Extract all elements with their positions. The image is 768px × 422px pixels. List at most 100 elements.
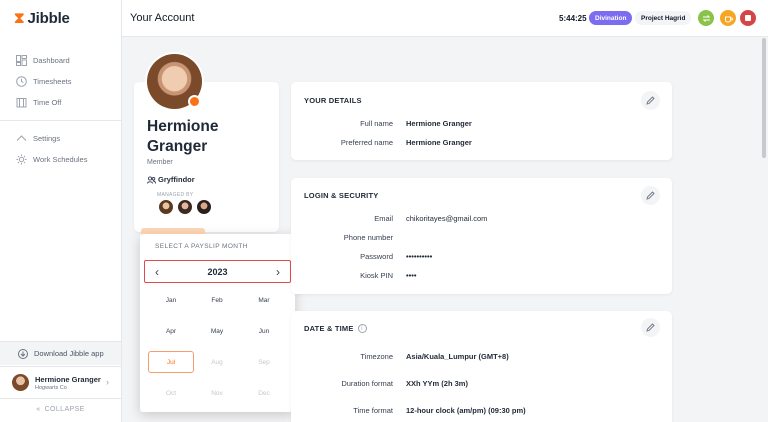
time-format-label: Time format <box>353 406 393 415</box>
pencil-icon <box>646 191 655 200</box>
month-dec: Dec <box>258 389 270 397</box>
download-app-label: Download Jibble app <box>34 349 104 358</box>
phone-number-label: Phone number <box>343 233 393 242</box>
sidebar-item-label: Timesheets <box>33 77 72 86</box>
profile-name: Hermione Granger <box>147 118 219 155</box>
logo-text: Jibble <box>27 10 70 27</box>
edit-details-button[interactable] <box>641 91 660 110</box>
full-name-label: Full name <box>360 119 393 128</box>
scrollbar[interactable] <box>762 38 766 158</box>
sidebar-item-label: Time Off <box>33 98 62 107</box>
switch-activity-button[interactable] <box>698 10 714 26</box>
tracked-time: 5:44:25 <box>559 14 587 23</box>
team-name: Gryffindor <box>158 175 195 184</box>
month-jan[interactable]: Jan <box>148 289 194 311</box>
year-selector: ‹ 2023 › <box>144 260 291 283</box>
photo-status-badge <box>188 95 201 108</box>
current-user-menu[interactable]: Hermione Granger Hogwarts Co › <box>0 366 121 398</box>
previous-year-icon[interactable]: ‹ <box>155 266 159 278</box>
pencil-icon <box>646 323 655 332</box>
date-time-card: DATE & TIME i Timezone Asia/Kuala_Lumpur… <box>291 311 672 422</box>
sidebar-nav: Dashboard Timesheets Time Off Settings W… <box>0 50 121 170</box>
duration-format-label: Duration format <box>341 379 393 388</box>
edit-login-button[interactable] <box>641 186 660 205</box>
hourglass-logo-icon: ⧗ <box>14 10 25 27</box>
user-organization: Hogwarts Co <box>35 384 67 391</box>
group-icon <box>147 175 156 184</box>
activity-badge[interactable]: Divination <box>589 11 633 25</box>
stop-icon <box>745 15 751 21</box>
selected-year: 2023 <box>207 266 228 277</box>
email-label: Email <box>374 214 393 223</box>
project-badge[interactable]: Project Hagrid <box>635 11 692 25</box>
profile-role: Member <box>147 159 173 166</box>
timezone-value: Asia/Kuala_Lumpur (GMT+8) <box>406 352 509 361</box>
jibble-logo[interactable]: ⧗ Jibble <box>14 10 70 27</box>
email-value: chikoritayes@gmail.com <box>406 214 488 223</box>
password-value: •••••••••• <box>406 252 433 261</box>
month-oct: Oct <box>165 389 177 397</box>
month-jun[interactable]: Jun <box>241 320 287 342</box>
month-may[interactable]: May <box>194 320 240 342</box>
sidebar: ⧗ Jibble Dashboard Timesheets Time Off S… <box>0 0 122 422</box>
sidebar-item-work-schedules[interactable]: Work Schedules <box>0 149 121 170</box>
avatar <box>12 374 29 391</box>
month-mar[interactable]: Mar <box>241 289 287 311</box>
your-details-title: YOUR DETAILS <box>304 96 362 105</box>
next-year-icon[interactable]: › <box>276 266 280 278</box>
sidebar-item-label: Dashboard <box>33 56 70 65</box>
work-schedules-icon <box>16 154 27 165</box>
clock-icon <box>16 76 27 87</box>
clock-out-button[interactable] <box>740 10 756 26</box>
dashboard-icon <box>16 55 27 66</box>
switch-icon <box>702 14 710 22</box>
edit-date-time-button[interactable] <box>641 318 660 337</box>
timezone-label: Timezone <box>360 352 393 361</box>
preferred-name-label: Preferred name <box>340 138 393 147</box>
sidebar-item-settings[interactable]: Settings <box>0 128 121 149</box>
month-sep: Sep <box>258 358 270 366</box>
sidebar-item-dashboard[interactable]: Dashboard <box>0 50 121 71</box>
pencil-icon <box>646 96 655 105</box>
month-feb[interactable]: Feb <box>194 289 240 311</box>
profile-team: Gryffindor <box>147 175 195 184</box>
sidebar-item-time-off[interactable]: Time Off <box>0 92 121 113</box>
top-bar: Your Account 5:44:25 Divination Project … <box>122 0 768 37</box>
sidebar-item-timesheets[interactable]: Timesheets <box>0 71 121 92</box>
time-format-value: 12-hour clock (am/pm) (09:30 pm) <box>406 406 526 415</box>
date-time-title-text: DATE & TIME <box>304 324 354 333</box>
payslip-month-picker: SELECT A PAYSLIP MONTH ‹ 2023 › Jan Feb … <box>140 234 295 412</box>
collapse-sidebar-button[interactable]: « COLLAPSE <box>0 398 121 420</box>
manager-avatar[interactable] <box>158 199 174 215</box>
sidebar-divider <box>0 120 121 121</box>
preferred-name-value: Hermione Granger <box>406 138 472 147</box>
date-time-title: DATE & TIME i <box>304 324 367 333</box>
login-security-title: LOGIN & SECURITY <box>304 191 379 200</box>
duration-format-value: XXh YYm (2h 3m) <box>406 379 468 388</box>
manager-avatar[interactable] <box>177 199 193 215</box>
your-details-card: YOUR DETAILS Full name Hermione Granger … <box>291 82 672 160</box>
month-apr[interactable]: Apr <box>148 320 194 342</box>
coffee-cup-icon <box>724 16 733 22</box>
page-title: Your Account <box>130 12 195 24</box>
kiosk-pin-value: •••• <box>406 271 417 280</box>
collapse-label: COLLAPSE <box>44 406 85 413</box>
full-name-value: Hermione Granger <box>406 119 472 128</box>
download-icon <box>18 348 28 359</box>
payslip-picker-label: SELECT A PAYSLIP MONTH <box>155 243 248 250</box>
user-name: Hermione Granger <box>35 374 101 384</box>
chevron-up-icon <box>16 133 27 144</box>
sidebar-item-label: Work Schedules <box>33 155 88 164</box>
password-label: Password <box>360 252 393 261</box>
login-security-card: LOGIN & SECURITY Email chikoritayes@gmai… <box>291 178 672 294</box>
month-aug: Aug <box>211 358 223 366</box>
manager-avatar[interactable] <box>196 199 212 215</box>
download-app-button[interactable]: Download Jibble app <box>0 341 121 365</box>
month-jul[interactable]: Jul <box>148 351 194 373</box>
chevron-right-icon: › <box>106 377 109 387</box>
break-button[interactable] <box>720 10 736 26</box>
month-nov: Nov <box>211 389 223 397</box>
sidebar-item-label: Settings <box>33 134 61 143</box>
info-icon[interactable]: i <box>357 324 367 333</box>
time-off-icon <box>16 97 27 108</box>
